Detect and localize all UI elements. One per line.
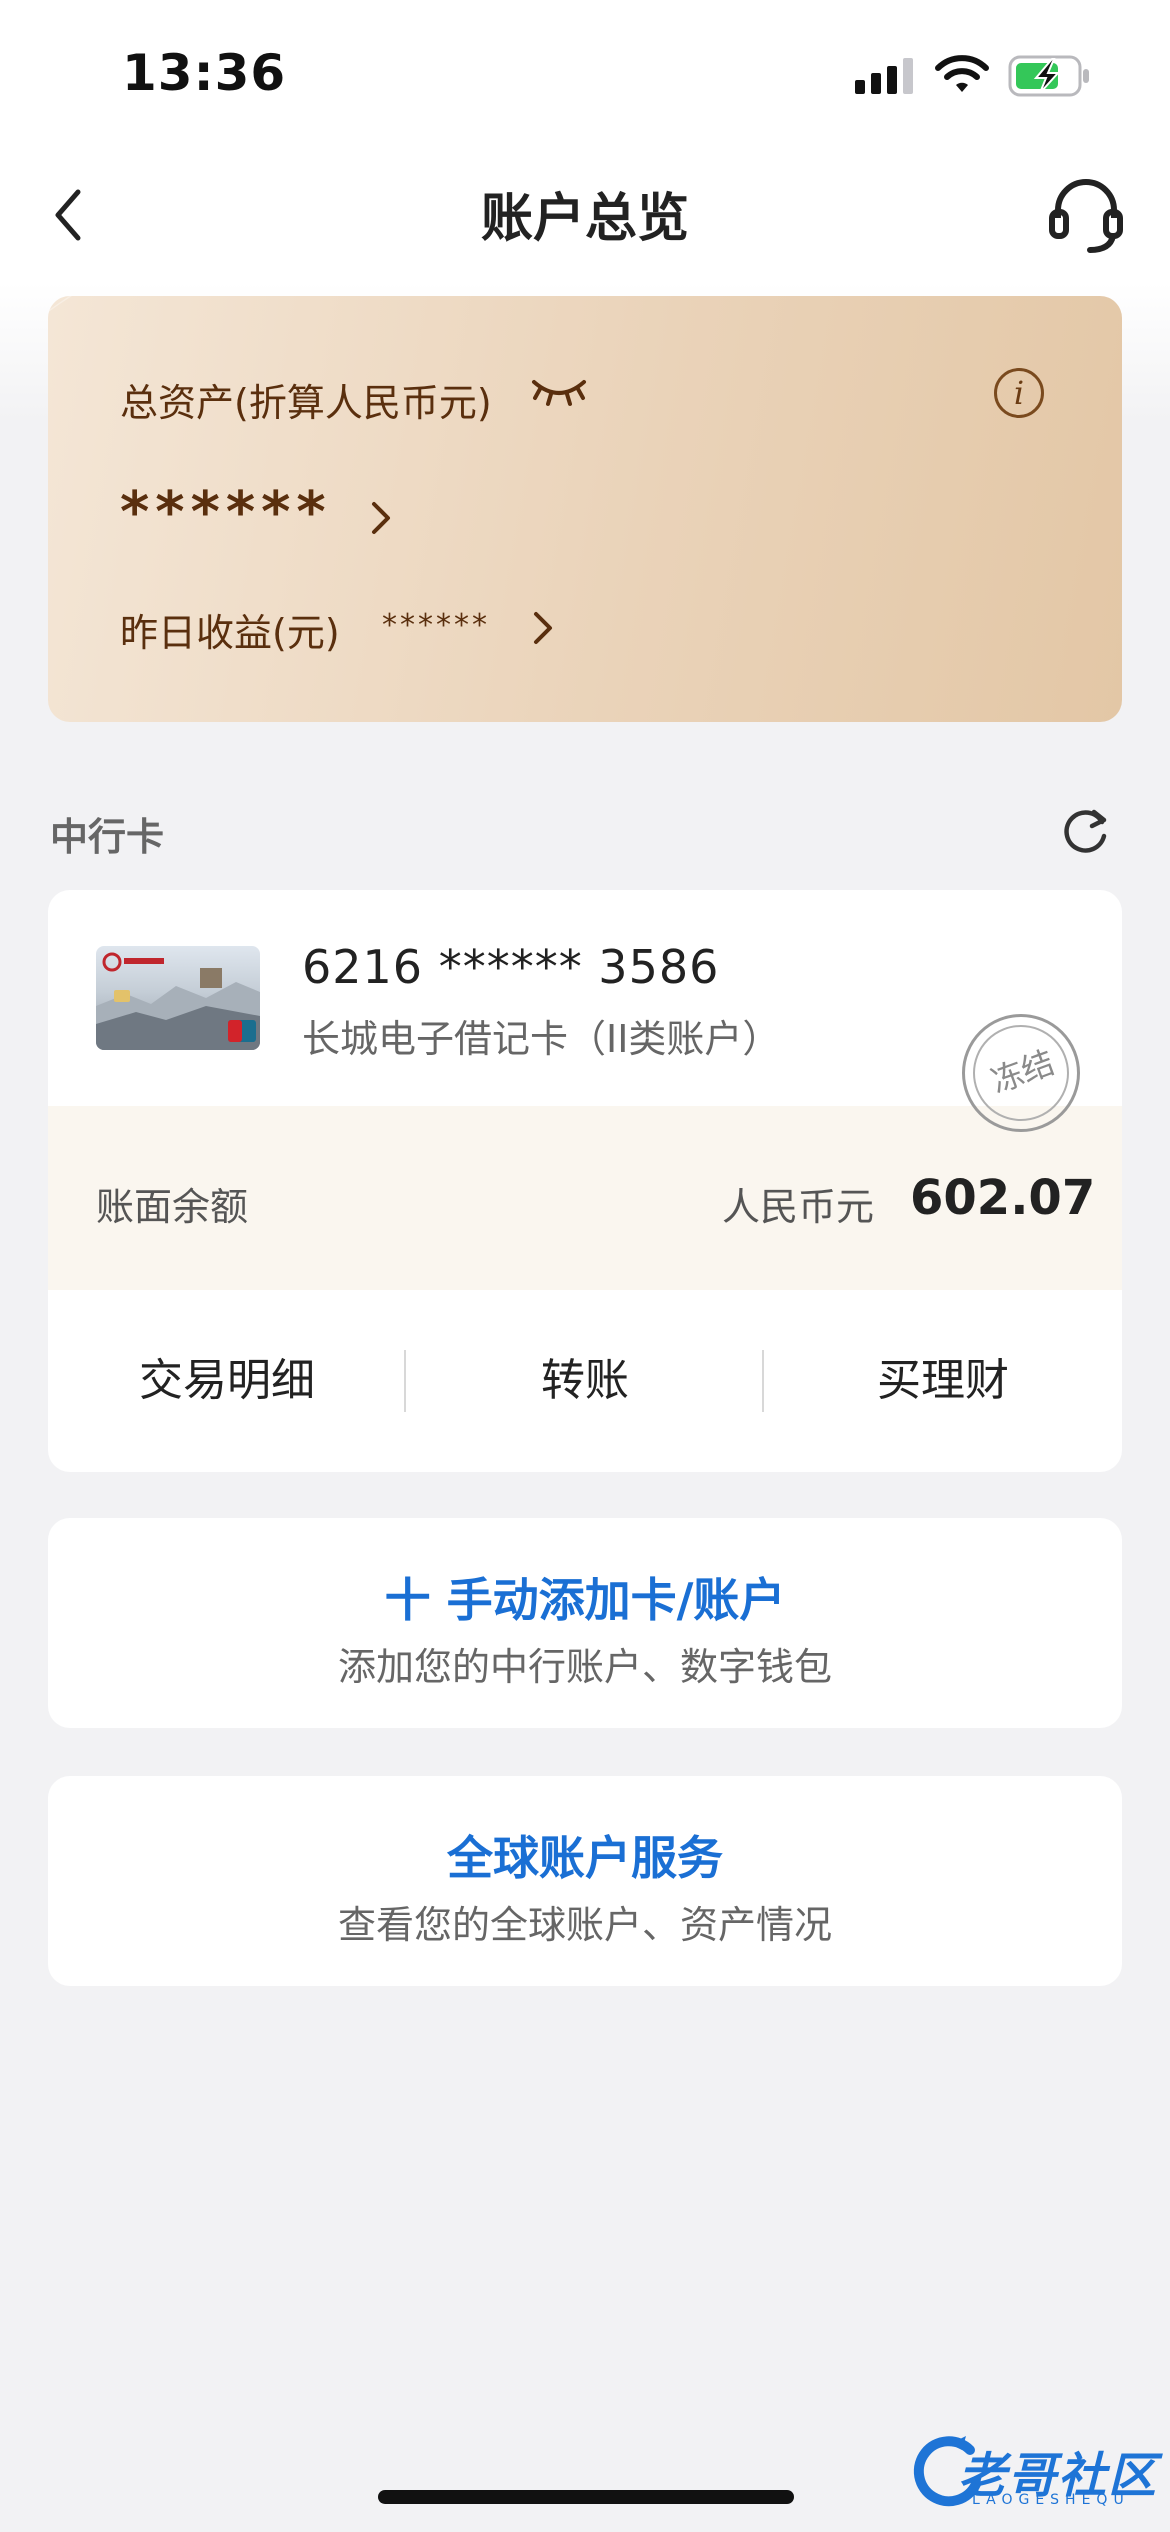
wifi-icon [935, 55, 989, 92]
watermark-subtext: LAOGESHEQU [972, 2492, 1130, 2508]
home-indicator [378, 2490, 794, 2504]
add-card-button[interactable]: 十 手动添加卡/账户 添加您的中行账户、数字钱包 [48, 1518, 1122, 1728]
watermark: 老哥社区 LAOGESHEQU [910, 2424, 1160, 2514]
status-bar: 13:36 [0, 0, 1170, 150]
balance-currency: 人民币元 [722, 1185, 875, 1229]
status-time: 13:36 [122, 44, 287, 102]
transfer-button[interactable]: 转账 [406, 1290, 764, 1472]
chevron-right-icon[interactable] [366, 496, 396, 540]
bank-card[interactable]: 6216 ****** 3586 长城电子借记卡（II类账户） 账面余额 人民币… [48, 890, 1122, 1472]
add-card-subtitle: 添加您的中行账户、数字钱包 [337, 1645, 832, 1689]
headset-icon[interactable] [1046, 170, 1126, 260]
frozen-stamp: 冻结 [962, 1014, 1080, 1132]
page-title: 账户总览 [480, 189, 689, 249]
total-assets-label: 总资产(折算人民币元) [120, 381, 492, 425]
battery-charging-icon [1008, 55, 1089, 97]
chevron-right-icon[interactable] [528, 606, 558, 650]
card-actions: 交易明细 转账 买理财 [48, 1290, 1122, 1472]
transaction-details-button[interactable]: 交易明细 [48, 1290, 406, 1472]
total-assets-card[interactable]: 总资产(折算人民币元) i ****** 昨日收益(元) ****** [48, 296, 1122, 722]
card-type: 长城电子借记卡（II类账户） [302, 1017, 781, 1061]
refresh-icon[interactable] [1058, 802, 1114, 858]
signal-icon [855, 58, 913, 94]
card-thumbnail [96, 946, 260, 1050]
balance-amount: 602.07 [910, 1170, 1096, 1226]
great-wall-card-art [96, 952, 260, 1050]
card-sheen [48, 296, 1122, 635]
yesterday-yield-label: 昨日收益(元) [120, 611, 340, 655]
nav-bar: 账户总览 [0, 150, 1170, 282]
yesterday-yield-value[interactable]: ****** [382, 608, 490, 643]
section-title: 中行卡 [50, 815, 165, 859]
global-account-title: 全球账户服务 [447, 1831, 723, 1885]
balance-label: 账面余额 [96, 1185, 249, 1229]
info-icon[interactable]: i [994, 368, 1044, 418]
total-assets-value[interactable]: ****** [120, 480, 332, 545]
balance-band: 账面余额 人民币元 602.07 [48, 1106, 1122, 1290]
eye-closed-icon[interactable] [530, 376, 588, 410]
add-card-title: 十 手动添加卡/账户 [384, 1573, 786, 1627]
global-account-subtitle: 查看您的全球账户、资产情况 [337, 1903, 832, 1947]
card-number: 6216 ****** 3586 [302, 940, 720, 994]
global-account-button[interactable]: 全球账户服务 查看您的全球账户、资产情况 [48, 1776, 1122, 1986]
buy-wealth-button[interactable]: 买理财 [764, 1290, 1122, 1472]
